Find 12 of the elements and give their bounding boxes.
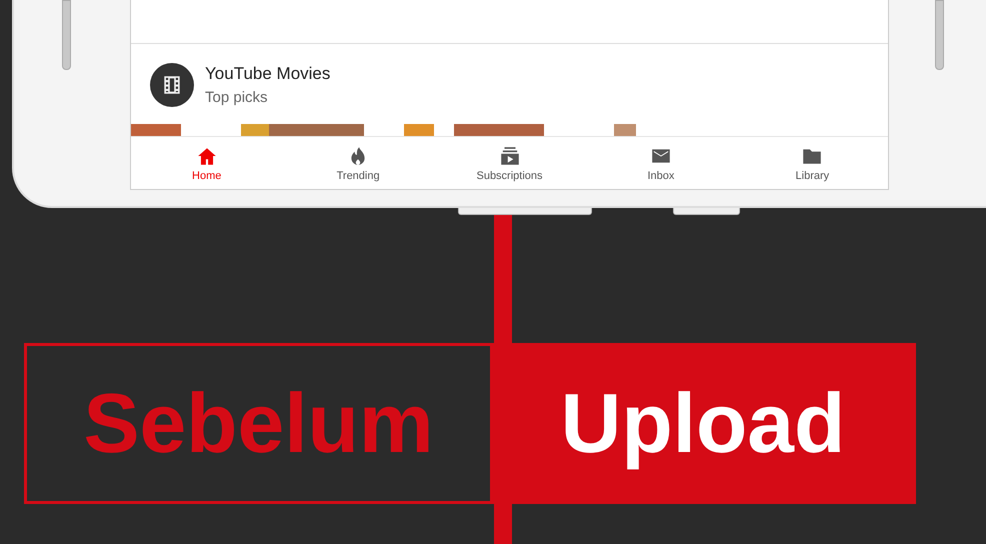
nav-tab[interactable]: Subscriptions — [434, 137, 586, 189]
photo-placeholder — [404, 124, 434, 136]
banner-text: Upload — [490, 343, 916, 504]
photo-placeholder — [614, 124, 636, 136]
nav-tab[interactable]: Home — [131, 137, 282, 189]
nav-tab[interactable]: Inbox — [585, 137, 737, 189]
photo-placeholder — [131, 124, 181, 136]
film-icon — [150, 62, 194, 107]
channel-subtitle: Top picks — [205, 88, 269, 106]
nav-tab[interactable]: Trending — [282, 137, 434, 189]
nav-tab[interactable]: Library — [736, 137, 888, 189]
channel-name[interactable]: YouTube Movies — [205, 64, 330, 84]
